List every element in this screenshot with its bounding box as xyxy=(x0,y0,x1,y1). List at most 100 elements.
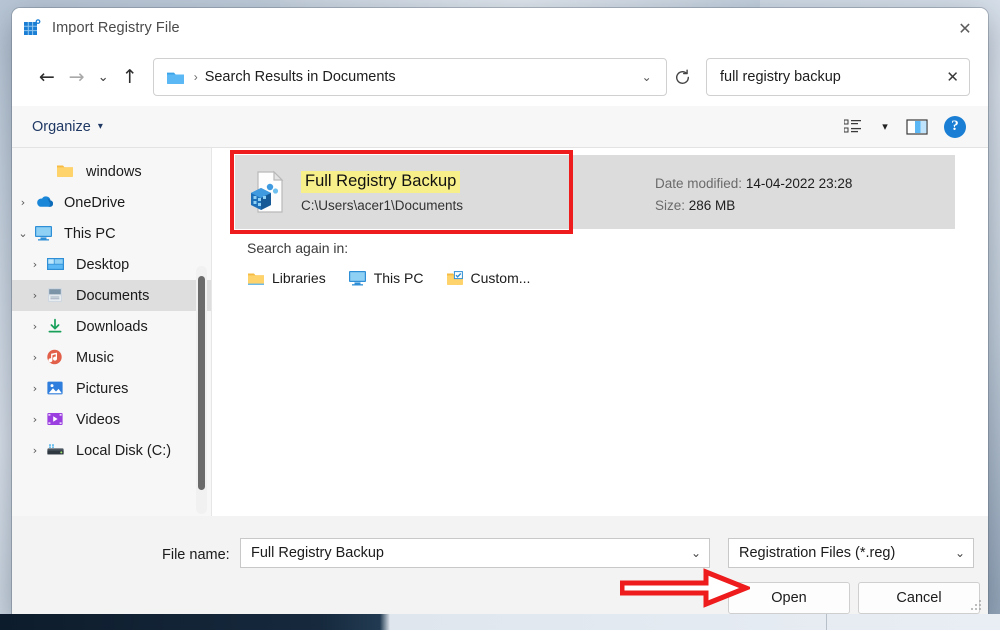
window-title: Import Registry File xyxy=(52,20,180,36)
file-list-item[interactable]: Full Registry Backup C:\Users\acer1\Docu… xyxy=(235,155,955,229)
file-name-field-label: File name: xyxy=(162,547,230,563)
registry-editor-icon xyxy=(22,18,42,38)
documents-icon xyxy=(46,287,68,305)
sidebar-item-windows[interactable]: windows xyxy=(12,156,212,187)
chevron-down-icon[interactable]: ⌄ xyxy=(636,70,658,84)
file-list-pane: Full Registry Backup C:\Users\acer1\Docu… xyxy=(212,148,988,516)
address-bar[interactable]: › Search Results in Documents ⌄ xyxy=(152,58,667,96)
sidebar-scrollbar-thumb[interactable] xyxy=(198,276,205,490)
navigation-pane: windows › OneDrive ⌄ This PC › Desktop › Documen… xyxy=(12,148,212,516)
size-label: Size: xyxy=(655,198,686,214)
refresh-icon[interactable] xyxy=(667,60,698,94)
sidebar-item-this-pc[interactable]: ⌄ This PC xyxy=(12,218,212,249)
preview-pane-icon[interactable] xyxy=(900,112,934,142)
organize-button[interactable]: Organize ▾ xyxy=(32,119,103,135)
sidebar-item-label: windows xyxy=(86,163,142,180)
organize-label: Organize xyxy=(32,118,91,135)
breadcrumb[interactable]: Search Results in Documents xyxy=(205,69,636,85)
search-again-custom[interactable]: Custom... xyxy=(446,270,531,286)
command-bar: Organize ▾ ▾ ? xyxy=(12,106,988,148)
downloads-icon xyxy=(46,318,68,336)
chevron-right-icon[interactable]: › xyxy=(24,444,46,457)
sidebar-item-local-disk-c[interactable]: › Local Disk (C:) xyxy=(12,435,212,466)
chevron-down-icon[interactable]: ⌄ xyxy=(955,546,965,560)
import-registry-file-dialog: Import Registry File ✕ ← → ⌄ ↑ › Search … xyxy=(12,8,988,616)
search-again-label: Custom... xyxy=(470,270,531,286)
search-again-this-pc[interactable]: This PC xyxy=(348,270,424,286)
back-icon[interactable]: ← xyxy=(32,60,62,94)
file-metadata: Date modified: 14-04-2022 23:28 Size: 28… xyxy=(655,173,955,218)
search-again-libraries[interactable]: Libraries xyxy=(247,270,326,286)
forward-icon[interactable]: → xyxy=(62,60,92,94)
title-bar: Import Registry File ✕ xyxy=(12,8,988,48)
file-name-input[interactable]: Full Registry Backup ⌄ xyxy=(240,538,710,568)
this-pc-icon xyxy=(34,225,56,243)
chevron-down-icon: ▾ xyxy=(97,121,103,132)
search-again-options: Libraries This PC Custom... xyxy=(247,270,530,286)
search-again-label: This PC xyxy=(373,270,424,286)
sidebar-item-music[interactable]: › Music xyxy=(12,342,212,373)
videos-icon xyxy=(46,411,68,429)
search-again-label: Libraries xyxy=(272,270,326,286)
size-value: 286 MB xyxy=(688,198,736,214)
taskbar xyxy=(0,614,1000,630)
chevron-right-icon[interactable]: › xyxy=(24,351,46,364)
sidebar-item-label: Pictures xyxy=(76,380,129,397)
sidebar-item-label: Desktop xyxy=(76,256,130,273)
file-path-label: C:\Users\acer1\Documents xyxy=(301,197,464,213)
chevron-right-icon[interactable]: › xyxy=(24,258,46,271)
list-view-icon[interactable] xyxy=(836,112,870,142)
clear-search-icon[interactable]: ✕ xyxy=(940,68,959,86)
pictures-icon xyxy=(46,380,68,398)
sidebar-item-label: OneDrive xyxy=(64,194,126,211)
onedrive-icon xyxy=(34,194,56,212)
sidebar-item-label: This PC xyxy=(64,225,116,242)
sidebar-item-documents[interactable]: › Documents xyxy=(12,280,212,311)
dialog-body: windows › OneDrive ⌄ This PC › Desktop › Documen… xyxy=(12,148,988,516)
music-icon xyxy=(46,349,68,367)
help-button[interactable]: ? xyxy=(938,112,972,142)
sidebar-item-onedrive[interactable]: › OneDrive xyxy=(12,187,212,218)
navigation-bar: ← → ⌄ ↑ › Search Results in Documents ⌄ … xyxy=(12,48,988,106)
sidebar-item-pictures[interactable]: › Pictures xyxy=(12,373,212,404)
close-icon[interactable]: ✕ xyxy=(942,8,988,48)
search-again-label: Search again in: xyxy=(247,240,349,256)
resize-grip[interactable] xyxy=(971,600,983,612)
libraries-icon xyxy=(247,271,265,286)
chevron-right-icon[interactable]: › xyxy=(24,289,46,302)
up-icon[interactable]: ↑ xyxy=(115,60,145,94)
search-value: full registry backup xyxy=(719,69,841,85)
file-type-select[interactable]: Registration Files (*.reg) ⌄ xyxy=(728,538,974,568)
sidebar-item-downloads[interactable]: › Downloads xyxy=(12,311,212,342)
desktop-icon xyxy=(46,256,68,274)
file-name-label: Full Registry Backup xyxy=(301,171,461,193)
sidebar-item-desktop[interactable]: › Desktop xyxy=(12,249,212,280)
chevron-right-icon[interactable]: › xyxy=(24,413,46,426)
sidebar-item-label: Local Disk (C:) xyxy=(76,442,172,459)
chevron-down-icon[interactable]: ⌄ xyxy=(12,227,34,240)
sidebar-item-videos[interactable]: › Videos xyxy=(12,404,212,435)
custom-search-icon xyxy=(446,270,464,286)
file-name-input-value: Full Registry Backup xyxy=(251,545,384,561)
search-input[interactable]: full registry backup ✕ xyxy=(705,58,970,96)
recent-locations-icon[interactable]: ⌄ xyxy=(91,60,114,94)
date-modified-label: Date modified: xyxy=(655,176,743,191)
cancel-button[interactable]: Cancel xyxy=(858,582,980,614)
folder-icon xyxy=(56,163,78,181)
view-options-caret-icon[interactable]: ▾ xyxy=(874,112,896,142)
chevron-right-icon[interactable]: › xyxy=(24,320,46,333)
dialog-footer: File name: Full Registry Backup ⌄ Regist… xyxy=(12,516,988,616)
chevron-right-icon[interactable]: › xyxy=(12,196,34,209)
file-type-value: Registration Files (*.reg) xyxy=(739,545,896,561)
sidebar-item-label: Videos xyxy=(76,411,121,428)
folder-icon xyxy=(166,69,185,86)
chevron-right-icon[interactable]: › xyxy=(24,382,46,395)
reg-file-icon xyxy=(247,169,287,215)
arrow-annotation xyxy=(619,568,753,613)
help-icon: ? xyxy=(944,115,966,138)
chevron-down-icon[interactable]: ⌄ xyxy=(691,546,701,560)
sidebar-item-label: Documents xyxy=(76,287,150,304)
sidebar-item-label: Downloads xyxy=(76,318,148,335)
this-pc-icon xyxy=(348,270,367,286)
date-modified-value: 14-04-2022 23:28 xyxy=(745,176,853,191)
